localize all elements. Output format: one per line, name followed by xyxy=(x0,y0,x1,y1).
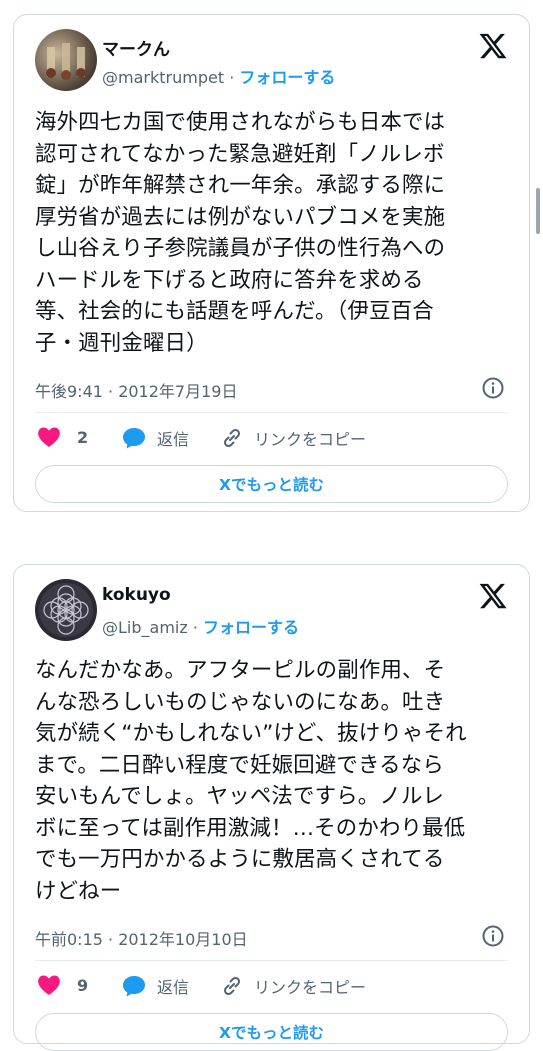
info-icon[interactable] xyxy=(481,376,505,400)
copy-link-label: リンクをコピー xyxy=(254,430,367,449)
scrollbar[interactable] xyxy=(536,188,540,234)
tweet-text: なんだかなあ。アフターピルの副作用、そ んな恐ろしいものじゃないのになあ。吐き … xyxy=(35,658,467,904)
action-bar: 2 返信 リンクをコピー xyxy=(35,413,508,465)
display-name[interactable]: マークん xyxy=(102,35,170,60)
avatar-image xyxy=(46,43,86,80)
user-handle[interactable]: @marktrumpet xyxy=(102,68,224,87)
copy-link-button[interactable]: リンクをコピー xyxy=(220,974,366,998)
x-logo-icon[interactable] xyxy=(478,581,508,611)
reply-label: 返信 xyxy=(157,978,190,997)
link-icon xyxy=(223,428,241,448)
link-icon xyxy=(223,976,241,996)
avatar-image xyxy=(39,583,93,637)
timestamp[interactable]: 午前0:15 · 2012年10月10日 xyxy=(35,926,248,950)
follow-button[interactable]: フォローする xyxy=(203,618,299,637)
handle-line: @Lib_amiz · フォローする xyxy=(102,614,299,638)
heart-icon xyxy=(38,427,60,447)
like-button[interactable]: 9 xyxy=(37,974,88,996)
display-name[interactable]: kokuyo xyxy=(102,585,171,605)
reply-label: 返信 xyxy=(157,430,190,449)
reply-bubble-icon xyxy=(123,428,145,449)
read-more-button[interactable]: Xでもっと読む xyxy=(35,1013,508,1051)
handle-line: @marktrumpet · フォローする xyxy=(102,64,335,88)
like-button[interactable]: 2 xyxy=(37,426,88,448)
tweet-meta: 午前0:15 · 2012年10月10日 xyxy=(35,916,508,956)
reply-button[interactable]: 返信 xyxy=(121,974,189,998)
heart-icon xyxy=(38,975,60,995)
info-icon[interactable] xyxy=(481,924,505,948)
tweet-header: kokuyo @Lib_amiz · フォローする xyxy=(35,565,508,651)
read-more-button[interactable]: Xでもっと読む xyxy=(35,465,508,503)
x-logo-icon[interactable] xyxy=(478,31,508,61)
like-count: 2 xyxy=(77,427,89,447)
tweet-text: 海外四七カ国で使用されながらも日本では 認可されてなかった緊急避妊剤「ノルレボ … xyxy=(35,110,446,356)
copy-link-label: リンクをコピー xyxy=(254,978,367,997)
tweet-meta: 午後9:41 · 2012年7月19日 xyxy=(35,368,508,408)
user-handle[interactable]: @Lib_amiz xyxy=(102,618,188,637)
separator-dot: · xyxy=(229,68,240,87)
timestamp[interactable]: 午後9:41 · 2012年7月19日 xyxy=(35,378,237,402)
avatar[interactable] xyxy=(35,29,97,91)
reply-bubble-icon xyxy=(123,976,145,997)
tweet-card: kokuyo @Lib_amiz · フォローする なんだかなあ。アフターピルの… xyxy=(13,564,530,1051)
tweet-card: マークん @marktrumpet · フォローする 海外四七カ国で使用されなが… xyxy=(13,14,530,512)
follow-button[interactable]: フォローする xyxy=(239,68,335,87)
avatar[interactable] xyxy=(35,579,97,641)
like-count: 9 xyxy=(77,975,89,995)
copy-link-button[interactable]: リンクをコピー xyxy=(220,426,366,450)
separator-dot: · xyxy=(192,618,204,637)
tweet-header: マークん @marktrumpet · フォローする xyxy=(35,15,508,101)
reply-button[interactable]: 返信 xyxy=(121,426,189,450)
action-bar: 9 返信 リンクをコピー xyxy=(35,961,508,1013)
